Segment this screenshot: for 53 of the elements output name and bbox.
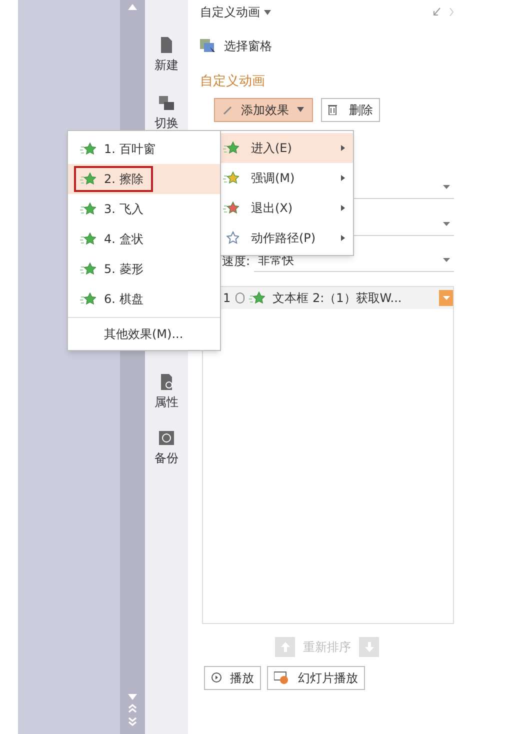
speed-label: 速度: <box>222 252 250 270</box>
page-up-icon[interactable] <box>128 704 137 713</box>
select-pane-button[interactable]: 选择窗格 <box>200 36 454 56</box>
submenu-arrow-icon <box>341 145 345 151</box>
slides-icon <box>158 94 175 112</box>
dropdown-button[interactable] <box>439 290 453 306</box>
menu-item[interactable]: 5. 菱形 <box>68 254 220 284</box>
page-down-icon[interactable] <box>128 717 137 726</box>
move-up-button[interactable] <box>275 636 295 656</box>
menu-item[interactable]: 2. 擦除 <box>68 164 220 194</box>
delete-button[interactable]: 删除 <box>321 98 380 122</box>
star-icon <box>80 262 96 276</box>
star-icon <box>248 290 265 304</box>
caret-icon <box>443 222 450 226</box>
panel-title-dropdown[interactable]: 自定义动画 <box>200 3 271 21</box>
caret-icon <box>442 296 450 300</box>
sidebar-item[interactable]: 新建 <box>154 56 178 74</box>
section-title: 自定义动画 <box>200 73 266 91</box>
play-icon <box>211 672 222 683</box>
caret-icon <box>443 185 450 189</box>
document-search-icon <box>158 373 175 391</box>
submenu-arrow-icon <box>341 175 345 181</box>
monitor-icon <box>158 429 175 447</box>
caret-icon <box>297 107 304 112</box>
star-icon <box>80 202 96 216</box>
caret-icon <box>443 258 450 262</box>
star-icon <box>80 232 96 246</box>
pencil-icon <box>223 104 233 114</box>
menu-item[interactable]: 其他效果(M)... <box>68 321 220 347</box>
scroll-down-icon[interactable] <box>128 694 137 700</box>
screen-play-icon <box>274 670 290 684</box>
reorder-label: 重新排序 <box>303 638 351 656</box>
up-arrow-icon <box>280 642 290 652</box>
sidebar-item[interactable]: 备份 <box>154 449 178 467</box>
down-arrow-icon <box>364 642 374 652</box>
collapse-icon <box>432 7 454 17</box>
submenu-arrow-icon <box>341 235 345 241</box>
star-icon <box>80 292 96 306</box>
scroll-up-icon[interactable] <box>128 4 137 10</box>
star-icon <box>80 142 96 156</box>
page-icon <box>158 36 175 54</box>
mouse-icon <box>234 292 245 304</box>
add-effect-button[interactable]: 添加效果 <box>214 98 313 122</box>
submenu-arrow-icon <box>341 205 345 211</box>
caret-icon <box>264 10 271 14</box>
slideshow-button[interactable]: 幻灯片播放 <box>267 666 365 690</box>
move-down-button[interactable] <box>359 636 379 656</box>
trash-icon <box>328 104 337 115</box>
stacked-windows-icon <box>200 38 216 54</box>
play-button[interactable]: 播放 <box>204 666 261 690</box>
sidebar-item[interactable]: 属性 <box>154 393 178 411</box>
sidebar-item[interactable]: 切换 <box>154 114 178 132</box>
star-icon <box>80 172 96 186</box>
